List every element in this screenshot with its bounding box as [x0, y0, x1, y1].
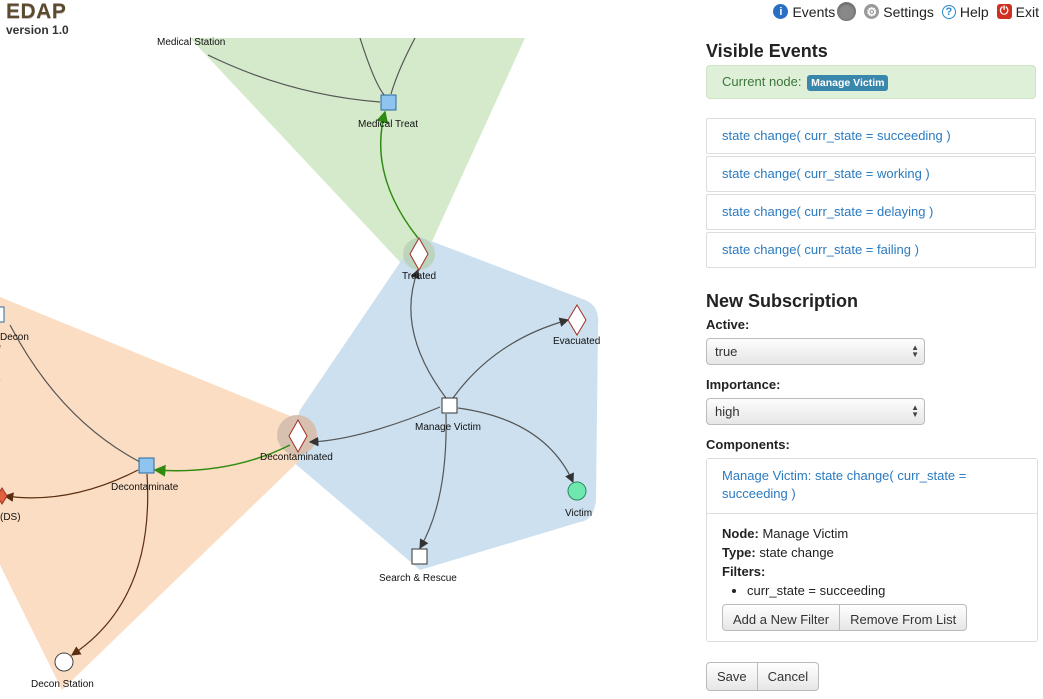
node-manage-victim[interactable]	[441, 397, 458, 414]
right-panel: Visible Events Current node: Manage Vict…	[706, 40, 1038, 642]
visible-events-heading: Visible Events	[706, 41, 828, 61]
select-arrows-icon: ▲ ▼	[911, 343, 919, 359]
label-ds: (DS)	[0, 512, 21, 523]
node-search-rescue[interactable]	[411, 548, 428, 565]
form-actions: Save Cancel	[706, 662, 820, 691]
active-select[interactable]: true ▲ ▼	[706, 338, 925, 365]
add-filter-button[interactable]: Add a New Filter	[722, 604, 841, 631]
brand: EDAP version 1.0	[6, 0, 69, 37]
events-nav[interactable]: i Events	[773, 2, 857, 21]
event-item-succeeding[interactable]: state change( curr_state = succeeding )	[706, 118, 1036, 154]
label-medical-station: Medical Station	[157, 37, 225, 48]
current-node-alert: Current node: Manage Victim	[706, 65, 1036, 99]
event-list: state change( curr_state = succeeding ) …	[706, 118, 1036, 268]
active-value: true	[715, 344, 738, 359]
exit-label: Exit	[1015, 3, 1039, 20]
remove-from-list-button[interactable]: Remove From List	[840, 604, 968, 631]
node-medical-treat[interactable]	[380, 94, 397, 111]
settings-label: Settings	[883, 3, 934, 20]
current-node-badge: Manage Victim	[807, 75, 889, 91]
app-version: version 1.0	[6, 23, 69, 37]
cancel-button[interactable]: Cancel	[757, 662, 820, 691]
top-nav: i Events ⚙ Settings ? Help ⏻ Exit	[765, 2, 1039, 21]
filters-label: Filters:	[722, 564, 766, 579]
label-decon-station: Decon Station	[31, 679, 94, 690]
graph-canvas[interactable]: Medical Station Medical Treat Treated De…	[0, 0, 700, 699]
settings-nav[interactable]: ⚙ Settings	[864, 4, 934, 20]
exit-nav[interactable]: ⏻ Exit	[996, 3, 1039, 20]
save-button[interactable]: Save	[706, 662, 758, 691]
type-value: state change	[759, 545, 834, 560]
app-title: EDAP	[6, 0, 67, 23]
node-decon[interactable]	[0, 306, 5, 323]
label-treated: Treated	[402, 271, 436, 282]
type-label: Type:	[722, 545, 756, 560]
gear-icon: ⚙	[864, 4, 880, 19]
component-box: Manage Victim: state change( curr_state …	[706, 458, 1038, 642]
event-item-failing[interactable]: state change( curr_state = failing )	[706, 232, 1036, 268]
label-medical-treat: Medical Treat	[358, 119, 418, 130]
current-node-label: Current node:	[722, 74, 802, 89]
info-icon: i	[773, 4, 789, 19]
new-subscription-section: New Subscription Active: true ▲ ▼ Importa…	[706, 290, 1038, 642]
orange-region	[0, 297, 300, 690]
component-details: Node: Manage Victim Type: state change F…	[707, 514, 1037, 641]
label-evacuated: Evacuated	[553, 336, 600, 347]
component-actions: Add a New Filter Remove From List	[722, 604, 968, 631]
select-arrows-icon: ▲ ▼	[911, 403, 919, 419]
filter-item: curr_state = succeeding	[747, 581, 1022, 600]
power-icon: ⏻	[996, 4, 1012, 19]
components-label: Components:	[706, 437, 790, 452]
new-subscription-heading: New Subscription	[706, 291, 859, 311]
event-item-working[interactable]: state change( curr_state = working )	[706, 156, 1036, 192]
component-title[interactable]: Manage Victim: state change( curr_state …	[707, 459, 1037, 514]
node-value: Manage Victim	[762, 526, 849, 541]
events-label: Events	[792, 3, 836, 20]
label-decon: Decon	[0, 332, 29, 343]
node-decon-station[interactable]	[54, 652, 74, 672]
label-search-rescue: Search & Rescue	[379, 573, 457, 584]
help-label: Help	[959, 3, 989, 20]
importance-value: high	[715, 404, 740, 419]
label-decontaminated: Decontaminated	[260, 452, 333, 463]
label-manage-victim: Manage Victim	[415, 422, 481, 433]
label-decontaminate: Decontaminate	[111, 482, 179, 493]
label-victim: Victim	[565, 508, 592, 519]
importance-select[interactable]: high ▲ ▼	[706, 398, 925, 425]
node-label: Node:	[722, 526, 759, 541]
event-item-delaying[interactable]: state change( curr_state = delaying )	[706, 194, 1036, 230]
filter-list: curr_state = succeeding	[722, 581, 1022, 600]
events-toggle[interactable]	[837, 2, 857, 21]
importance-label: Importance:	[706, 377, 781, 392]
green-region	[190, 38, 525, 272]
active-label: Active:	[706, 317, 750, 332]
node-decontaminate[interactable]	[138, 457, 155, 474]
help-icon: ?	[941, 4, 956, 19]
help-nav[interactable]: ? Help	[941, 3, 989, 20]
node-victim[interactable]	[567, 481, 587, 501]
